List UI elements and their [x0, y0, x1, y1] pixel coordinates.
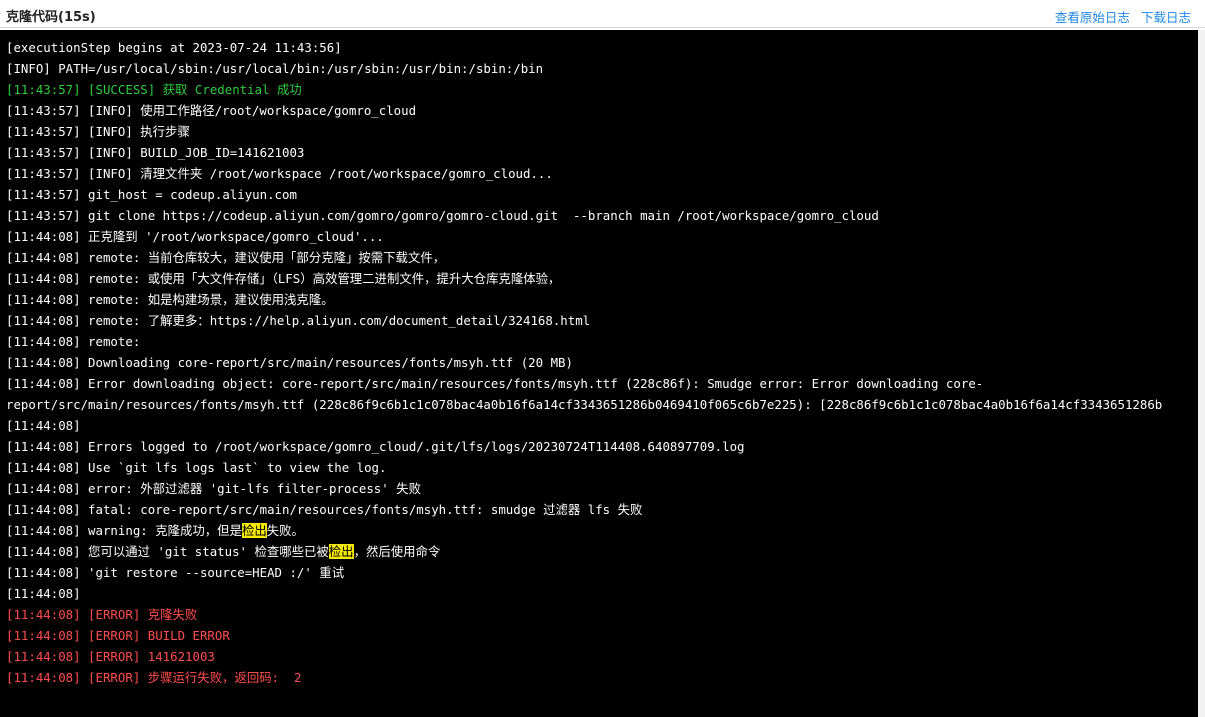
search-highlight: 检出: [241, 523, 267, 538]
log-line: [11:43:57] git clone https://codeup.aliy…: [6, 208, 879, 223]
log-line-error: [11:44:08] [ERROR] 克隆失败: [6, 607, 198, 622]
log-line: [11:43:57] git_host = codeup.aliyun.com: [6, 187, 297, 202]
log-line: [11:43:57] [INFO] 使用工作路径/root/workspace/…: [6, 103, 417, 118]
log-line: [11:44:08] 您可以通过 'git status' 检查哪些已被检出，然…: [6, 541, 1198, 562]
page-title: 克隆代码(15s): [6, 10, 96, 25]
log-line: [11:43:57] [INFO] 执行步骤: [6, 124, 190, 139]
log-line: [11:44:08] 正克隆到 '/root/workspace/gomro_c…: [6, 229, 384, 244]
header-actions: 查看原始日志 下载日志: [1049, 7, 1191, 26]
log-line: [11:44:08] warning: 克隆成功，但是检出失败。: [6, 520, 1198, 541]
view-raw-log-link[interactable]: 查看原始日志: [1055, 10, 1130, 25]
log-line: [11:44:08] remote:: [6, 334, 141, 349]
vertical-scrollbar[interactable]: [1198, 30, 1205, 717]
log-console[interactable]: [executionStep begins at 2023-07-24 11:4…: [0, 30, 1198, 717]
log-line: [11:44:08] error: 外部过滤器 'git-lfs filter-…: [6, 481, 421, 496]
log-line: [11:44:08]: [6, 418, 81, 433]
log-line: [11:44:08] remote: 如是构建场景，建议使用浅克隆。: [6, 292, 334, 307]
log-line-success: [11:43:57] [SUCCESS] 获取 Credential 成功: [6, 82, 302, 97]
log-line: [11:43:57] [INFO] 清理文件夹 /root/workspace …: [6, 166, 553, 181]
log-text: [11:44:08] warning: 克隆成功，但是: [6, 523, 242, 538]
log-line-error: [11:44:08] [ERROR] 步骤运行失败，返回码: 2: [6, 670, 302, 685]
log-line: report/src/main/resources/fonts/msyh.ttf…: [6, 397, 1163, 412]
log-line: [11:44:08] remote: 或使用「大文件存储」（LFS）高效管理二进…: [6, 271, 561, 286]
log-line: [11:44:08] fatal: core-report/src/main/r…: [6, 502, 643, 517]
download-log-link[interactable]: 下载日志: [1141, 10, 1191, 25]
log-text: 失败。: [266, 523, 304, 538]
log-line-error: [11:44:08] [ERROR] BUILD ERROR: [6, 628, 230, 643]
search-highlight: 检出: [328, 544, 354, 559]
log-line-error: [11:44:08] [ERROR] 141621003: [6, 649, 215, 664]
log-line: [11:44:08]: [6, 586, 81, 601]
log-line: [11:44:08] Errors logged to /root/worksp…: [6, 439, 745, 454]
log-line: [11:43:57] [INFO] BUILD_JOB_ID=141621003: [6, 145, 305, 160]
log-line: [11:44:08] 'git restore --source=HEAD :/…: [6, 565, 345, 580]
log-text: ，然后使用命令: [353, 544, 441, 559]
log-line: [11:44:08] Downloading core-report/src/m…: [6, 355, 573, 370]
log-line: [executionStep begins at 2023-07-24 11:4…: [6, 40, 342, 55]
log-line: [11:44:08] Use `git lfs logs last` to vi…: [6, 460, 387, 475]
log-line: [11:44:08] Error downloading object: cor…: [6, 376, 984, 391]
log-line: [11:44:08] remote: 当前仓库较大，建议使用「部分克隆」按需下载…: [6, 250, 446, 265]
log-text: [11:44:08] 您可以通过 'git status' 检查哪些已被: [6, 544, 329, 559]
log-header: 克隆代码(15s) 查看原始日志 下载日志: [0, 0, 1205, 28]
log-line: [INFO] PATH=/usr/local/sbin:/usr/local/b…: [6, 61, 544, 76]
log-line: [11:44:08] remote: 了解更多：https://help.ali…: [6, 313, 591, 328]
